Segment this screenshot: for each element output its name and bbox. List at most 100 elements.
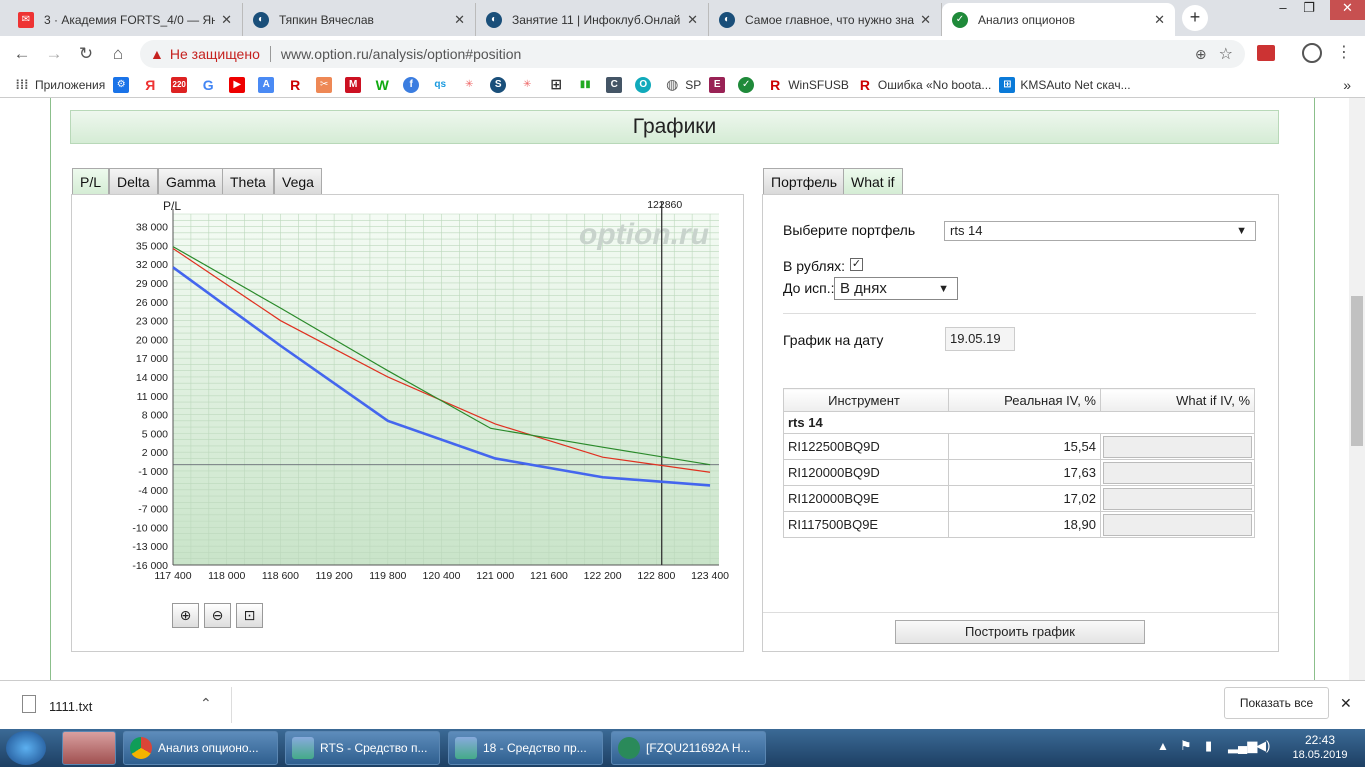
portfolio-select[interactable]: rts 14 ▼ bbox=[944, 221, 1256, 241]
clock-time[interactable]: 22:43 bbox=[1280, 733, 1360, 747]
pinned-app-button[interactable] bbox=[62, 731, 116, 765]
tab-what-if[interactable]: What if bbox=[843, 168, 903, 195]
bookmark-check[interactable]: ✓ bbox=[738, 76, 759, 93]
maximize-icon[interactable]: ❐ bbox=[1296, 0, 1322, 20]
column-header-whatif-iv[interactable]: What if IV, % bbox=[1100, 388, 1255, 412]
browser-toolbar: ← → ↻ ⌂ ▲ Не защищено www.option.ru/anal… bbox=[0, 36, 1365, 72]
browser-tab-lesson-11[interactable]: ◐ Занятие 11 | Инфоклуб.Онлайн ✕ bbox=[476, 3, 709, 36]
tray-chevron-icon[interactable]: ▲ bbox=[1157, 739, 1169, 753]
start-button[interactable] bbox=[6, 731, 46, 765]
menu-icon[interactable]: ⋮ bbox=[1336, 42, 1352, 62]
zoom-reset-button[interactable]: ⊡ bbox=[236, 603, 263, 628]
url-text[interactable]: www.option.ru/analysis/option#position bbox=[281, 46, 521, 62]
browser-tab-main-thing[interactable]: ◐ Самое главное, что нужно зна ✕ bbox=[709, 3, 942, 36]
bookmark-apps[interactable]: ⁞⁞⁞ Приложения bbox=[14, 77, 106, 93]
extension-icon[interactable] bbox=[1257, 45, 1275, 61]
tab-pl[interactable]: P/L bbox=[72, 168, 110, 195]
bookmark-star1[interactable]: ✳ bbox=[461, 77, 482, 93]
tab-gamma[interactable]: Gamma bbox=[158, 168, 224, 195]
bookmark-m[interactable]: M bbox=[345, 76, 366, 93]
new-tab-button[interactable]: + bbox=[1182, 5, 1208, 31]
pl-chart[interactable]: 38 000 35 000 32 000 29 000 26 000 23 000 20 0… bbox=[72, 195, 743, 595]
window-close-icon[interactable]: ✕ bbox=[1330, 0, 1365, 20]
bookmark-gear[interactable]: ⚙ bbox=[113, 76, 134, 93]
home-icon[interactable]: ⌂ bbox=[106, 42, 130, 66]
bookmark-kmsauto[interactable]: ⊞ KMSAuto Net скач... bbox=[999, 76, 1131, 93]
battery-icon[interactable]: ▮ bbox=[1205, 738, 1212, 754]
taskbar-label: 18 - Средство пр... bbox=[483, 741, 587, 755]
clock-date[interactable]: 18.05.2019 bbox=[1280, 749, 1360, 761]
bookmark-facebook[interactable]: f bbox=[403, 76, 424, 93]
signal-icon[interactable]: ▂▄▆ bbox=[1228, 738, 1257, 754]
taskbar-chrome[interactable]: Анализ опционо... bbox=[123, 731, 278, 765]
bookmark-tools[interactable]: ✂ bbox=[316, 76, 337, 93]
browser-tab-option-analysis[interactable]: ✓ Анализ опционов ✕ bbox=[942, 3, 1175, 36]
expiry-select[interactable]: В днях ▼ bbox=[834, 277, 958, 300]
show-all-button[interactable]: Показать все bbox=[1224, 687, 1329, 719]
bookmark-r1[interactable]: R bbox=[287, 77, 308, 93]
zoom-icon[interactable]: ⊕ bbox=[1195, 46, 1207, 63]
whatif-iv-input[interactable] bbox=[1103, 487, 1252, 510]
bookmark-youtube[interactable]: ▶ bbox=[229, 76, 250, 93]
close-icon[interactable]: ✕ bbox=[687, 12, 698, 28]
instrument-cell: RI122500BQ9D bbox=[783, 433, 949, 460]
bookmark-s[interactable]: S bbox=[490, 76, 511, 93]
address-bar[interactable]: ▲ Не защищено www.option.ru/analysis/opt… bbox=[140, 40, 1245, 68]
tab-delta[interactable]: Delta bbox=[109, 168, 158, 195]
whatif-iv-input[interactable] bbox=[1103, 513, 1252, 536]
bookmark-winsfusb[interactable]: R WinSFUSB bbox=[767, 77, 849, 93]
bookmark-o[interactable]: O bbox=[635, 76, 656, 93]
build-chart-button[interactable]: Построить график bbox=[895, 620, 1145, 644]
bookmark-star2[interactable]: ✳ bbox=[519, 77, 540, 93]
close-icon[interactable]: ✕ bbox=[1340, 695, 1352, 712]
date-input[interactable]: 19.05.19 bbox=[945, 327, 1015, 351]
star-icon[interactable]: ☆ bbox=[1219, 44, 1233, 64]
bookmark-sp[interactable]: ◍ SP bbox=[664, 76, 701, 93]
insecure-label[interactable]: Не защищено bbox=[170, 46, 271, 62]
bookmark-google[interactable]: G bbox=[200, 77, 221, 93]
taskbar-rts-viewer[interactable]: RTS - Средство п... bbox=[285, 731, 440, 765]
infoclub-icon: ◐ bbox=[719, 11, 735, 28]
whatif-iv-input[interactable] bbox=[1103, 461, 1252, 484]
tab-theta[interactable]: Theta bbox=[222, 168, 274, 195]
whatif-iv-input[interactable] bbox=[1103, 435, 1252, 458]
reload-icon[interactable]: ↻ bbox=[74, 42, 98, 66]
tab-portfolio[interactable]: Портфель bbox=[763, 168, 846, 195]
taskbar-18-viewer[interactable]: 18 - Средство пр... bbox=[448, 731, 603, 765]
bookmark-grid[interactable]: ⊞ bbox=[548, 76, 569, 93]
bookmark-e[interactable]: E bbox=[709, 76, 730, 93]
bookmark-w[interactable]: W bbox=[374, 77, 395, 93]
close-icon[interactable]: ✕ bbox=[1154, 12, 1165, 28]
zoom-in-button[interactable]: ⊕ bbox=[172, 603, 199, 628]
column-header-real-iv[interactable]: Реальная IV, % bbox=[948, 388, 1101, 412]
bookmark-220[interactable]: 220 bbox=[171, 76, 192, 93]
bookmark-c[interactable]: C bbox=[606, 76, 627, 93]
taskbar-quik[interactable]: [FZQU211692A Н... bbox=[611, 731, 766, 765]
browser-tab-tyapkin[interactable]: ◐ Тяпкин Вячеслав ✕ bbox=[243, 3, 476, 36]
bookmark-no-boot[interactable]: R Ошибка «No boota... bbox=[857, 77, 992, 93]
bookmarks-overflow-icon[interactable]: » bbox=[1343, 77, 1351, 93]
scrollbar-thumb[interactable] bbox=[1351, 296, 1363, 446]
tab-vega[interactable]: Vega bbox=[274, 168, 322, 195]
bookmark-qs[interactable]: qs bbox=[432, 77, 453, 93]
minimize-icon[interactable]: – bbox=[1270, 0, 1296, 20]
close-icon[interactable]: ✕ bbox=[454, 12, 465, 28]
close-icon[interactable]: ✕ bbox=[221, 12, 232, 28]
bookmark-bars[interactable]: ▮▮ bbox=[577, 77, 598, 93]
browser-tab-yandex-mail[interactable]: ✉ 3 · Академия FORTS_4/0 — Янд ✕ bbox=[8, 3, 243, 36]
profile-icon[interactable] bbox=[1302, 43, 1322, 63]
warning-icon[interactable]: ▲ bbox=[150, 46, 164, 62]
chevron-up-icon[interactable]: ⌃ bbox=[200, 695, 212, 712]
column-header-instrument[interactable]: Инструмент bbox=[783, 388, 949, 412]
bookmark-yandex[interactable]: Я bbox=[142, 77, 163, 93]
flag-icon[interactable]: ⚑ bbox=[1180, 738, 1192, 754]
close-icon[interactable]: ✕ bbox=[920, 12, 931, 28]
download-filename[interactable]: 1111.txt bbox=[49, 699, 92, 714]
bookmark-translate[interactable]: A bbox=[258, 76, 279, 93]
back-arrow-icon[interactable]: ← bbox=[10, 42, 34, 66]
zoom-out-button[interactable]: ⊖ bbox=[204, 603, 231, 628]
rub-checkbox[interactable]: ✓ bbox=[850, 258, 863, 271]
tab-title: Самое главное, что нужно зна bbox=[745, 12, 915, 27]
forward-arrow-icon[interactable]: → bbox=[42, 42, 66, 66]
volume-icon[interactable]: ◀) bbox=[1256, 738, 1270, 754]
